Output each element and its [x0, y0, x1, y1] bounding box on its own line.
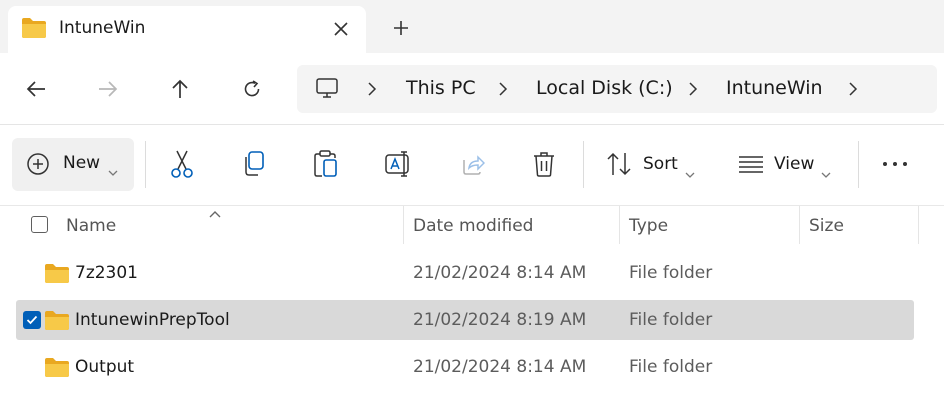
add-circle-icon [26, 152, 50, 180]
breadcrumb-this-pc[interactable]: This PC [406, 77, 476, 99]
file-date-modified: 21/02/2024 8:19 AM [413, 310, 587, 330]
chevron-down-icon [685, 164, 695, 183]
more-icon[interactable] [880, 147, 910, 181]
column-header-size[interactable]: Size [809, 216, 844, 236]
column-header-row: Name Date modified Type Size [0, 206, 944, 246]
file-name: IntunewinPrepTool [75, 310, 230, 330]
cut-icon[interactable] [167, 147, 197, 181]
breadcrumb-intunewin[interactable]: IntuneWin [726, 77, 823, 99]
column-header-name[interactable]: Name [66, 216, 116, 236]
select-all-checkbox[interactable] [31, 216, 48, 233]
computer-icon [315, 76, 339, 104]
tab-title: IntuneWin [59, 18, 146, 38]
file-row[interactable]: Output 21/02/2024 8:14 AM File folder [16, 347, 914, 387]
rename-icon[interactable] [384, 147, 414, 181]
column-separator[interactable] [799, 206, 800, 244]
column-header-type[interactable]: Type [629, 216, 668, 236]
chevron-right-icon[interactable] [688, 81, 698, 101]
folder-icon [44, 263, 70, 288]
view-list-icon[interactable] [736, 147, 766, 181]
tab-intunewin[interactable]: IntuneWin [8, 6, 366, 53]
column-header-date-modified[interactable]: Date modified [413, 216, 533, 236]
back-arrow-icon[interactable] [18, 71, 54, 107]
chevron-down-icon [108, 162, 118, 181]
copy-icon[interactable] [239, 147, 269, 181]
close-icon[interactable] [326, 14, 356, 44]
folder-icon [44, 310, 70, 335]
forward-arrow-icon[interactable] [90, 71, 126, 107]
refresh-icon[interactable] [234, 71, 270, 107]
file-row-selected[interactable]: IntunewinPrepTool 21/02/2024 8:19 AM Fil… [16, 300, 914, 340]
folder-icon [21, 17, 47, 43]
sort-ascending-icon [208, 204, 222, 223]
tab-strip: IntuneWin [0, 0, 944, 53]
command-bar: New Sort View [0, 125, 944, 205]
chevron-down-icon [821, 164, 831, 183]
folder-icon [44, 357, 70, 382]
file-date-modified: 21/02/2024 8:14 AM [413, 357, 587, 377]
chevron-right-icon[interactable] [498, 81, 508, 101]
delete-icon[interactable] [529, 147, 559, 181]
file-type: File folder [629, 263, 713, 283]
view-button-label[interactable]: View [774, 154, 814, 174]
sort-button-label[interactable]: Sort [643, 154, 678, 174]
toolbar-separator [145, 141, 146, 188]
column-separator[interactable] [403, 206, 404, 244]
share-icon[interactable] [457, 147, 487, 181]
chevron-right-icon[interactable] [367, 81, 377, 101]
column-separator[interactable] [918, 206, 919, 244]
paste-icon[interactable] [311, 147, 341, 181]
file-date-modified: 21/02/2024 8:14 AM [413, 263, 587, 283]
up-arrow-icon[interactable] [162, 71, 198, 107]
chevron-right-icon[interactable] [848, 81, 858, 101]
file-type: File folder [629, 310, 713, 330]
column-separator[interactable] [619, 206, 620, 244]
new-button-label: New [63, 153, 101, 173]
address-bar[interactable]: This PC Local Disk (C:) IntuneWin [297, 65, 937, 113]
file-name: Output [75, 357, 135, 377]
navigation-bar: This PC Local Disk (C:) IntuneWin [0, 53, 944, 125]
toolbar-separator [583, 141, 584, 188]
plus-icon[interactable] [387, 14, 415, 42]
breadcrumb-local-disk[interactable]: Local Disk (C:) [536, 77, 673, 99]
file-name: 7z2301 [75, 263, 139, 283]
file-row[interactable]: 7z2301 21/02/2024 8:14 AM File folder [16, 253, 914, 293]
row-checkbox-checked[interactable] [23, 311, 41, 329]
file-type: File folder [629, 357, 713, 377]
toolbar-separator [858, 141, 859, 188]
new-button[interactable]: New [12, 138, 134, 191]
sort-icon[interactable] [604, 147, 634, 181]
